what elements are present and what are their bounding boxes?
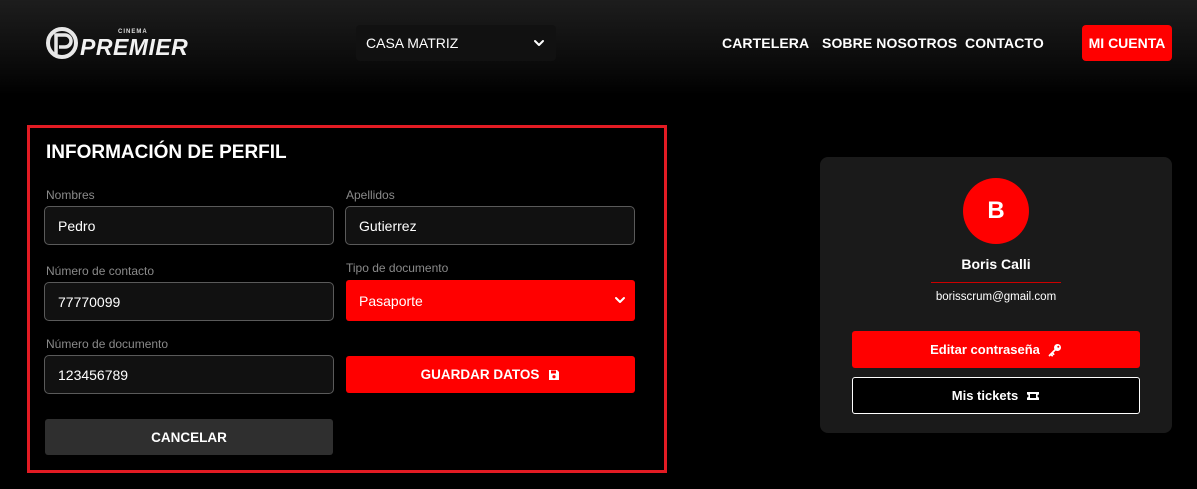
chevron-down-icon bbox=[534, 40, 544, 46]
form-title: INFORMACIÓN DE PERFIL bbox=[46, 142, 287, 163]
avatar: B bbox=[963, 178, 1029, 244]
my-tickets-button[interactable]: Mis tickets bbox=[852, 377, 1140, 414]
logo-mark-icon bbox=[46, 27, 78, 59]
chevron-down-icon bbox=[615, 297, 625, 303]
save-data-label: GUARDAR DATOS bbox=[420, 367, 540, 382]
first-name-label: Nombres bbox=[46, 188, 95, 202]
logo-name: PREMIER bbox=[80, 34, 189, 60]
nav-cartelera[interactable]: CARTELERA bbox=[722, 35, 809, 51]
save-data-button[interactable]: GUARDAR DATOS bbox=[346, 356, 635, 393]
edit-password-button[interactable]: Editar contraseña bbox=[852, 331, 1140, 368]
ticket-icon bbox=[1027, 391, 1040, 400]
user-name: Boris Calli bbox=[961, 256, 1031, 272]
edit-password-label: Editar contraseña bbox=[930, 342, 1040, 357]
user-email: borisscrum@gmail.com bbox=[935, 291, 1057, 303]
my-account-button[interactable]: MI CUENTA bbox=[1082, 25, 1172, 61]
doc-number-label: Número de documento bbox=[46, 337, 169, 351]
cancel-button[interactable]: CANCELAR bbox=[45, 419, 333, 455]
doc-number-input[interactable] bbox=[44, 355, 334, 394]
my-tickets-label: Mis tickets bbox=[951, 388, 1019, 403]
cinema-premier-logo[interactable]: CINEMA PREMIER bbox=[46, 22, 191, 64]
branch-select-value: CASA MATRIZ bbox=[366, 35, 459, 51]
save-icon bbox=[549, 369, 560, 380]
key-icon bbox=[1048, 343, 1061, 356]
nav-sobre-nosotros[interactable]: SOBRE NOSOTROS bbox=[822, 35, 957, 51]
first-name-input[interactable] bbox=[44, 206, 334, 245]
branch-select[interactable]: CASA MATRIZ bbox=[356, 25, 556, 61]
user-summary-card: B Boris Calli borisscrum@gmail.com Edita… bbox=[820, 157, 1172, 433]
name-divider bbox=[931, 282, 1061, 283]
doc-type-label: Tipo de documento bbox=[346, 261, 449, 275]
last-name-input[interactable] bbox=[345, 206, 635, 245]
last-name-label: Apellidos bbox=[346, 188, 395, 202]
phone-input[interactable] bbox=[44, 282, 334, 321]
nav-contacto[interactable]: CONTACTO bbox=[965, 35, 1044, 51]
doc-type-value: Pasaporte bbox=[359, 292, 423, 309]
top-navbar: CINEMA PREMIER CASA MATRIZ CARTELERA SOB… bbox=[0, 0, 1197, 95]
doc-type-select[interactable]: Pasaporte bbox=[346, 280, 635, 321]
phone-label: Número de contacto bbox=[46, 264, 155, 278]
profile-info-form: INFORMACIÓN DE PERFIL Nombres Apellidos … bbox=[27, 125, 667, 473]
